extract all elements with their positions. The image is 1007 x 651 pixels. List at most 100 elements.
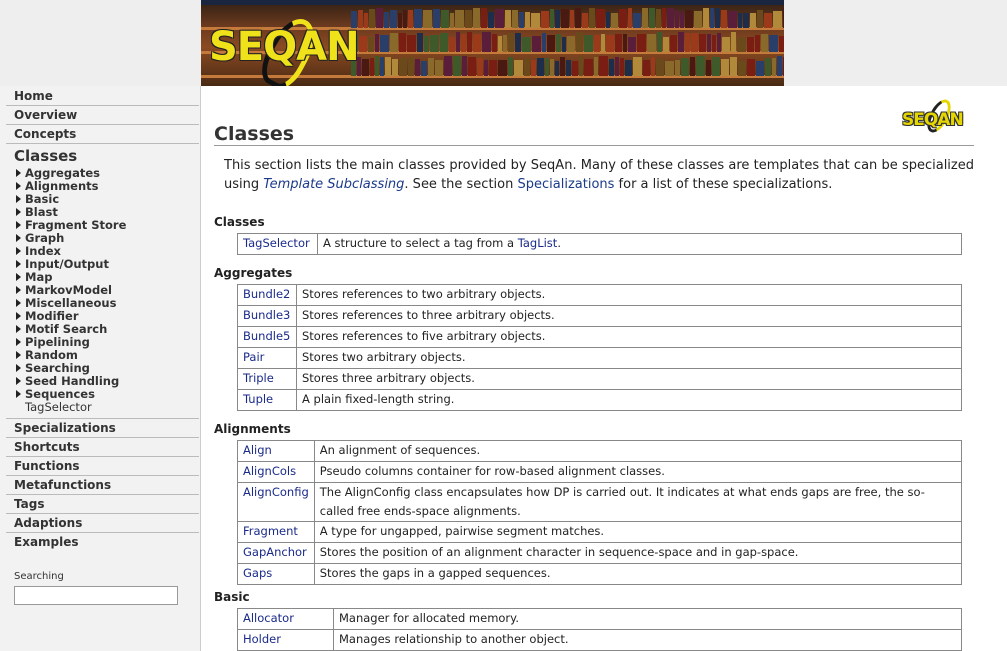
table-row: Tuple A plain fixed-length string. [237, 389, 962, 411]
class-group-label: Basic [25, 192, 60, 206]
class-link-holder[interactable]: Holder [243, 632, 281, 646]
nav-examples[interactable]: Examples [6, 532, 199, 551]
specializations-link[interactable]: Specializations [518, 177, 615, 192]
table-row: Allocator Manager for allocated memory. [237, 608, 962, 630]
class-description: Manager for allocated memory. [333, 608, 962, 630]
class-link-bundle5[interactable]: Bundle5 [243, 329, 290, 343]
search-input[interactable] [14, 586, 178, 605]
expand-triangle-icon[interactable] [16, 169, 21, 177]
expand-triangle-icon[interactable] [16, 338, 21, 346]
class-group-list: Aggregates Alignments Basic Blast Fragment S… [0, 167, 200, 401]
expand-triangle-icon[interactable] [16, 221, 21, 229]
class-link-allocator[interactable]: Allocator [243, 611, 294, 625]
class-link-gaps[interactable]: Gaps [243, 566, 272, 580]
sidebar: Home Overview Concepts Classes Aggregate… [0, 86, 201, 651]
expand-triangle-icon[interactable] [16, 390, 21, 398]
class-description: Stores three arbitrary objects. [296, 368, 962, 390]
class-group-label: Sequences [25, 387, 95, 401]
class-group-label: Pipelining [25, 335, 90, 349]
class-description: Stores two arbitrary objects. [296, 347, 962, 369]
expand-triangle-icon[interactable] [16, 286, 21, 294]
section-heading-classes: Classes [214, 215, 265, 229]
class-description: Stores references to two arbitrary objec… [296, 284, 962, 306]
nav-tags[interactable]: Tags [6, 494, 199, 513]
class-link-alignconfig[interactable]: AlignConfig [243, 485, 309, 499]
class-group-label: Seed Handling [25, 374, 120, 388]
nav-concepts[interactable]: Concepts [6, 124, 199, 143]
section-heading-alignments: Alignments [214, 422, 291, 436]
banner: SEQAN [0, 0, 1007, 86]
class-link-triple[interactable]: Triple [243, 371, 274, 385]
expand-triangle-icon[interactable] [16, 299, 21, 307]
expand-triangle-icon[interactable] [16, 351, 21, 359]
nav-home[interactable]: Home [6, 87, 199, 105]
nav-adaptions[interactable]: Adaptions [6, 513, 199, 532]
nav-overview[interactable]: Overview [6, 105, 199, 124]
class-link-bundle3[interactable]: Bundle3 [243, 308, 290, 322]
class-group-label: Random [25, 348, 78, 362]
expand-triangle-icon[interactable] [16, 325, 21, 333]
table-row: Align An alignment of sequences. [237, 440, 963, 462]
expand-triangle-icon[interactable] [16, 312, 21, 320]
expand-triangle-icon[interactable] [16, 195, 21, 203]
nav-shortcuts[interactable]: Shortcuts [6, 437, 199, 456]
class-link-align[interactable]: Align [243, 443, 272, 457]
class-description: Stores the gaps in a gapped sequences. [313, 563, 963, 585]
class-description: The AlignConfig class encapsulates how D… [313, 482, 963, 522]
class-group-label: Motif Search [25, 322, 108, 336]
nav-metafunctions[interactable]: Metafunctions [6, 475, 199, 494]
class-group-label: Alignments [25, 179, 99, 193]
class-description: Pseudo columns container for row-based a… [313, 461, 963, 483]
class-group-label: Graph [25, 231, 65, 245]
alignments-table: Align An alignment of sequences. AlignCols… [237, 440, 963, 585]
expand-triangle-icon[interactable] [16, 208, 21, 216]
nav-specializations[interactable]: Specializations [6, 418, 199, 437]
classes-table: TagSelector A structure to select a tag … [237, 233, 962, 255]
expand-triangle-icon[interactable] [16, 247, 21, 255]
nav-functions[interactable]: Functions [6, 456, 199, 475]
template-subclassing-link[interactable]: Template Subclassing [263, 177, 404, 192]
class-description: Manages relationship to another object. [333, 629, 962, 651]
expand-triangle-icon[interactable] [16, 273, 21, 281]
title-divider [214, 145, 974, 146]
table-row: Triple Stores three arbitrary objects. [237, 368, 962, 390]
class-link-aligncols[interactable]: AlignCols [243, 464, 296, 478]
search-label: Searching [14, 571, 64, 582]
class-link-fragment[interactable]: Fragment [243, 524, 298, 538]
table-row: AlignCols Pseudo columns container for ro… [237, 461, 963, 483]
expand-triangle-icon[interactable] [16, 182, 21, 190]
class-group-label: Modifier [25, 309, 79, 323]
seqan-small-logo: SEQAN [902, 95, 974, 137]
expand-triangle-icon[interactable] [16, 364, 21, 372]
table-row: Bundle2 Stores references to two arbitrar… [237, 284, 962, 306]
table-row: GapAnchor Stores the position of an align… [237, 542, 963, 564]
nav-class-tagselector[interactable]: TagSelector [16, 401, 200, 414]
class-group-label: Blast [25, 205, 58, 219]
class-group-label: Input/Output [25, 257, 109, 271]
seqan-logo[interactable]: SEQAN [209, 10, 360, 86]
class-link-tagselector[interactable]: TagSelector [243, 236, 310, 250]
class-description: Stores the position of an alignment char… [313, 542, 963, 564]
class-link-pair[interactable]: Pair [243, 350, 264, 364]
page-title: Classes [214, 123, 295, 145]
class-group-label: Index [25, 244, 61, 258]
basic-table: Allocator Manager for allocated memory. Ho… [237, 608, 962, 651]
class-group-label: Searching [25, 361, 90, 375]
table-row: Pair Stores two arbitrary objects. [237, 347, 962, 369]
expand-triangle-icon[interactable] [16, 234, 21, 242]
class-link-bundle2[interactable]: Bundle2 [243, 287, 290, 301]
class-link-gapanchor[interactable]: GapAnchor [243, 545, 307, 559]
section-heading-basic: Basic [214, 590, 250, 604]
table-row: TagSelector A structure to select a tag … [237, 233, 962, 255]
nav-classes-current[interactable]: Classes [6, 143, 199, 167]
expand-triangle-icon[interactable] [16, 260, 21, 268]
table-row: Bundle3 Stores references to three arbitr… [237, 305, 962, 327]
class-description: An alignment of sequences. [313, 440, 963, 462]
class-description: Stores references to five arbitrary obje… [296, 326, 962, 348]
class-group-label: MarkovModel [25, 283, 112, 297]
taglist-link[interactable]: TagList [518, 236, 558, 250]
expand-triangle-icon[interactable] [16, 377, 21, 385]
class-group-label: Map [25, 270, 53, 284]
intro-paragraph: This section lists the main classes prov… [224, 158, 974, 192]
class-link-tuple[interactable]: Tuple [243, 392, 273, 406]
